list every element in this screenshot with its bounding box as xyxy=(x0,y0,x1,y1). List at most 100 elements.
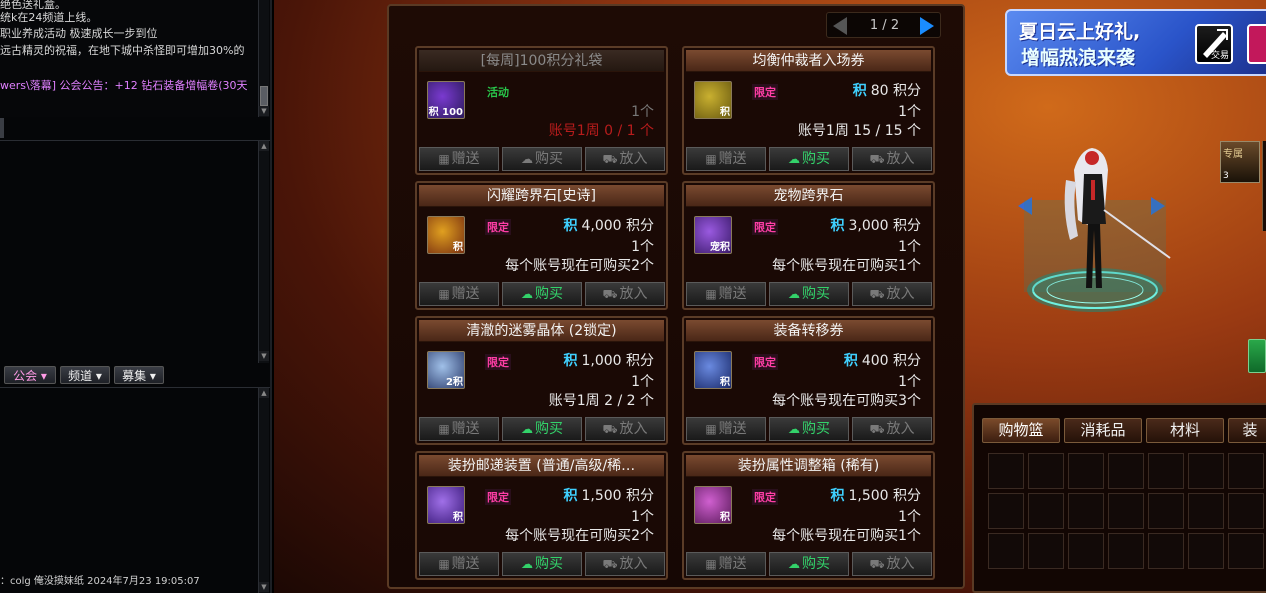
inventory-slot[interactable] xyxy=(1068,453,1104,489)
cart-icon: ⛟ xyxy=(869,557,885,571)
exclusive-item-icon[interactable]: 专属 3 xyxy=(1220,141,1260,183)
cart-add-button[interactable]: ⛟ 放入 xyxy=(585,147,665,171)
scroll-down-arrow-icon[interactable]: ▼ xyxy=(259,351,269,361)
shop-item-card: 均衡仲裁者入场券 积 限定 积 80 积分 1个 账号1周 15 / 15 个 ▦… xyxy=(682,46,935,175)
trade-label: 交易 xyxy=(1210,51,1229,61)
scroll-down-arrow-icon[interactable]: ▼ xyxy=(259,106,269,116)
cart-add-button[interactable]: ⛟ 放入 xyxy=(852,552,932,576)
cart-add-button[interactable]: ⛟ 放入 xyxy=(585,417,665,441)
inventory-slot[interactable] xyxy=(1108,453,1144,489)
cart-add-button[interactable]: ⛟ 放入 xyxy=(852,282,932,306)
item-icon-label: 积 xyxy=(720,107,730,118)
shop-item-card: [每周]100积分礼袋 积 100 活动 1个 账号1周 0 / 1 个 ▦ 赠送… xyxy=(415,46,668,175)
chat-scrollbar[interactable]: ▼ xyxy=(258,0,269,117)
gift-bag-icon[interactable]: 积 100 xyxy=(427,81,465,119)
side-green-button[interactable] xyxy=(1248,339,1266,373)
shop-item-card: 装扮邮递装置 (普通/高级/稀… 积 限定 积 1,500 积分 1个 每个账号现… xyxy=(415,451,668,580)
buy-button[interactable]: ☁ 购买 xyxy=(769,552,849,576)
cart-add-button[interactable]: ⛟ 放入 xyxy=(852,417,932,441)
inventory-slot[interactable] xyxy=(1228,533,1264,569)
gift-button[interactable]: ▦ 赠送 xyxy=(419,147,499,171)
buy-button[interactable]: ☁ 购买 xyxy=(769,282,849,306)
inventory-slot[interactable] xyxy=(1188,453,1224,489)
promo-banner[interactable]: 夏日云上好礼, 增幅热浪来袭 交易 xyxy=(1005,9,1266,76)
inventory-slot[interactable] xyxy=(1028,533,1064,569)
chat-tab-stub[interactable] xyxy=(0,118,4,138)
inventory-slot[interactable] xyxy=(1188,533,1224,569)
gift-button[interactable]: ▦ 赠送 xyxy=(686,417,766,441)
cart-add-button[interactable]: ⛟ 放入 xyxy=(852,147,932,171)
button-label: 赠送 xyxy=(451,151,480,167)
item-purchase-limit: 每个账号现在可购买1个 xyxy=(772,258,921,274)
inventory-slot[interactable] xyxy=(1108,493,1144,529)
button-label: 赠送 xyxy=(451,286,480,302)
cart-add-button[interactable]: ⛟ 放入 xyxy=(585,282,665,306)
tab-guild[interactable]: 公会 ▾ xyxy=(4,366,56,384)
scrollbar-thumb[interactable] xyxy=(260,86,268,106)
buy-button[interactable]: ☁ 购买 xyxy=(769,417,849,441)
gift-button[interactable]: ▦ 赠送 xyxy=(419,417,499,441)
crossover-stone-icon[interactable]: 积 xyxy=(427,216,465,254)
buy-button[interactable]: ☁ 购买 xyxy=(502,282,582,306)
tab-channel[interactable]: 频道 ▾ xyxy=(60,366,110,384)
gift-button[interactable]: ▦ 赠送 xyxy=(419,552,499,576)
item-quantity: 1个 xyxy=(631,104,654,120)
inventory-slot[interactable] xyxy=(988,493,1024,529)
gift-button[interactable]: ▦ 赠送 xyxy=(419,282,499,306)
button-label: 购买 xyxy=(802,421,830,437)
gift-button[interactable]: ▦ 赠送 xyxy=(686,147,766,171)
tab-materials[interactable]: 材料 xyxy=(1146,418,1224,443)
inventory-slot[interactable] xyxy=(1068,493,1104,529)
inventory-slot[interactable] xyxy=(1188,493,1224,529)
scroll-down-arrow-icon[interactable]: ▼ xyxy=(259,582,269,592)
trade-icon[interactable]: 交易 xyxy=(1195,24,1233,64)
scroll-up-arrow-icon[interactable]: ▲ xyxy=(259,388,269,398)
buy-button[interactable]: ☁ 购买 xyxy=(502,552,582,576)
inventory-slot[interactable] xyxy=(1028,493,1064,529)
item-icon-label: 积 xyxy=(720,377,730,388)
inventory-slot[interactable] xyxy=(1148,453,1184,489)
avatar-box-icon[interactable]: 积 xyxy=(694,486,732,524)
item-actions: ▦ 赠送 ☁ 购买 ⛟ 放入 xyxy=(686,147,932,171)
chat-scrollbar[interactable]: ▲ ▼ xyxy=(258,141,269,363)
buy-button[interactable]: ☁ 购买 xyxy=(769,147,849,171)
inventory-slot[interactable] xyxy=(1028,453,1064,489)
inventory-slot[interactable] xyxy=(988,453,1024,489)
avatar-mail-icon[interactable]: 积 xyxy=(427,486,465,524)
limited-tag: 限定 xyxy=(752,84,778,100)
tab-equipment[interactable]: 装 xyxy=(1228,418,1266,443)
inventory-slot[interactable] xyxy=(1068,533,1104,569)
tab-recruit[interactable]: 募集 ▾ xyxy=(114,366,164,384)
inventory-slot[interactable] xyxy=(1148,533,1184,569)
item-icon-label: 2积 xyxy=(446,377,463,388)
chat-scrollbar[interactable]: ▲ ▼ xyxy=(258,388,269,593)
mist-crystal-icon[interactable]: 2积 xyxy=(427,351,465,389)
gift-button[interactable]: ▦ 赠送 xyxy=(686,552,766,576)
shop-item-card: 装备转移券 积 限定 积 400 积分 1个 每个账号现在可购买3个 ▦ 赠送 ☁ 购买… xyxy=(682,316,935,445)
inventory-slot[interactable] xyxy=(1148,493,1184,529)
scroll-up-arrow-icon[interactable]: ▲ xyxy=(259,141,269,151)
buy-button[interactable]: ☁ 购买 xyxy=(502,147,582,171)
transfer-ticket-icon[interactable]: 积 xyxy=(694,351,732,389)
gift-button[interactable]: ▦ 赠送 xyxy=(686,282,766,306)
chat-line: 职业养成活动 极速成长一步到位 xyxy=(0,27,158,40)
gift-icon[interactable] xyxy=(1247,24,1266,64)
tab-label: 公会 xyxy=(13,369,38,383)
item-purchase-limit: 每个账号现在可购买3个 xyxy=(772,393,921,409)
tab-consumables[interactable]: 消耗品 xyxy=(1064,418,1142,443)
buy-button[interactable]: ☁ 购买 xyxy=(502,417,582,441)
button-label: 购买 xyxy=(802,286,830,302)
arbiter-ticket-icon[interactable]: 积 xyxy=(694,81,732,119)
tab-shopping-cart[interactable]: 购物篮 xyxy=(982,418,1060,443)
inventory-slot[interactable] xyxy=(1228,453,1264,489)
inventory-slot[interactable] xyxy=(1228,493,1264,529)
cart-add-button[interactable]: ⛟ 放入 xyxy=(585,552,665,576)
pet-crossover-stone-icon[interactable]: 宠积 xyxy=(694,216,732,254)
inventory-slot[interactable] xyxy=(988,533,1024,569)
next-page-arrow-icon[interactable] xyxy=(920,17,934,35)
inventory-slot[interactable] xyxy=(1108,533,1144,569)
shop-item-card: 宠物跨界石 宠积 限定 积 3,000 积分 1个 每个账号现在可购买1个 ▦ 赠送… xyxy=(682,181,935,310)
cart-icon: ⛟ xyxy=(869,152,885,166)
item-price-value: 1,500 积分 xyxy=(848,488,921,504)
shop-pager: 1 / 2 xyxy=(826,12,941,38)
